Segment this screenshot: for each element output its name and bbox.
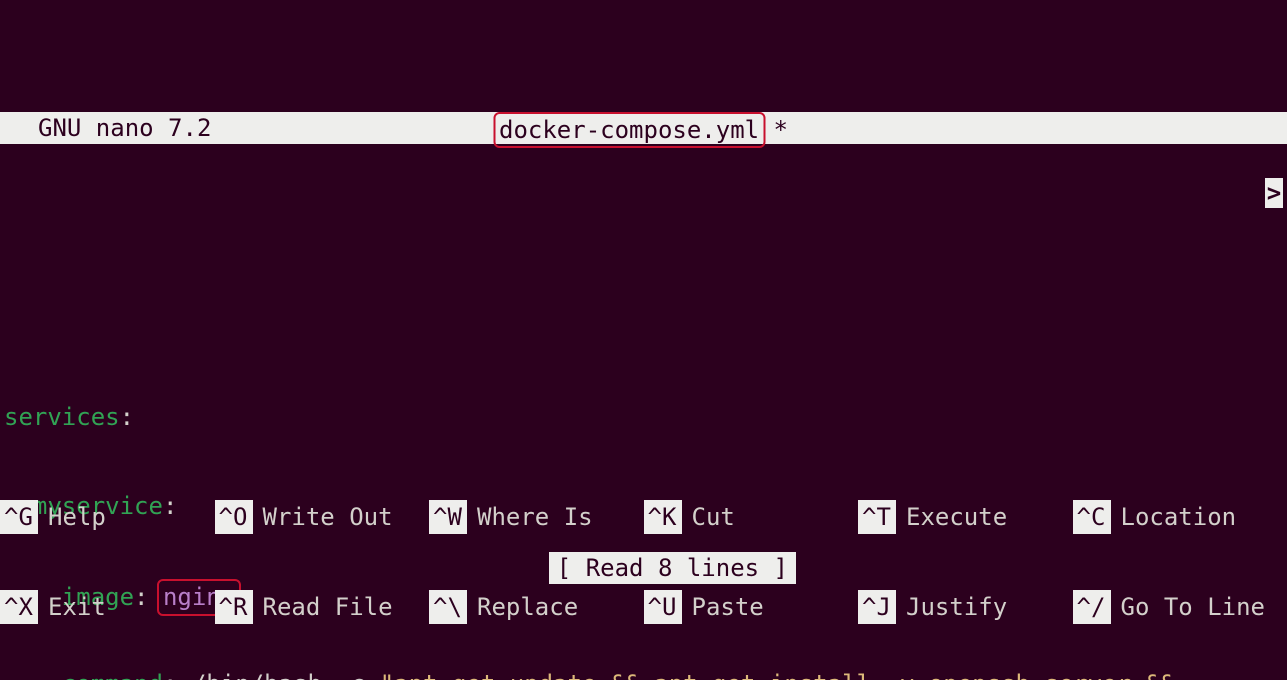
shortcut-where-is[interactable]: ^WWhere Is: [429, 500, 644, 534]
shortcut-exit[interactable]: ^XExit: [0, 590, 215, 624]
shortcut-go-to-line[interactable]: ^/Go To Line: [1073, 590, 1287, 624]
shortcut-help[interactable]: ^GHelp: [0, 500, 215, 534]
app-name: GNU nano 7.2: [38, 112, 211, 144]
shortcut-row-1: ^GHelp ^OWrite Out ^WWhere Is ^KCut ^TEx…: [0, 500, 1287, 534]
shortcut-cut[interactable]: ^KCut: [644, 500, 859, 534]
shortcut-paste[interactable]: ^UPaste: [644, 590, 859, 624]
shortcut-bar: ^GHelp ^OWrite Out ^WWhere Is ^KCut ^TEx…: [0, 444, 1287, 680]
line-services: services:: [4, 401, 1287, 434]
modified-indicator: *: [774, 116, 788, 144]
shortcut-execute[interactable]: ^TExecute: [858, 500, 1073, 534]
shortcut-location[interactable]: ^CLocation: [1073, 500, 1287, 534]
title-bar: GNU nano 7.2 docker-compose.yml *: [0, 112, 1287, 144]
line-overflow-icon: >: [1265, 178, 1283, 208]
shortcut-row-2: ^XExit ^RRead File ^\Replace ^UPaste ^JJ…: [0, 590, 1287, 624]
nano-editor[interactable]: GNU nano 7.2 docker-compose.yml * servic…: [0, 0, 1287, 680]
file-name: docker-compose.yml: [493, 112, 765, 148]
shortcut-replace[interactable]: ^\Replace: [429, 590, 644, 624]
shortcut-write-out[interactable]: ^OWrite Out: [215, 500, 430, 534]
shortcut-read-file[interactable]: ^RRead File: [215, 590, 430, 624]
shortcut-justify[interactable]: ^JJustify: [858, 590, 1073, 624]
